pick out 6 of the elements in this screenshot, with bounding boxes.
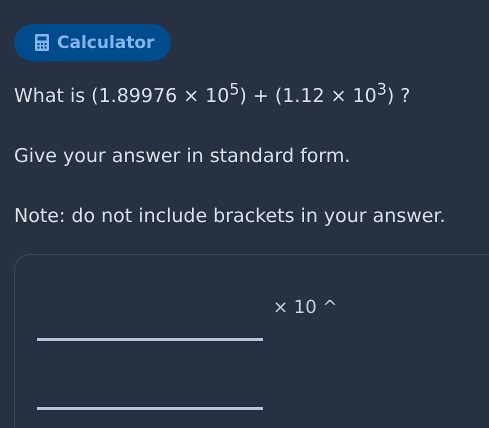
instruction-text: Give your answer in standard form. — [14, 144, 352, 170]
instruction-text: Note: do not include brackets in your answer. — [14, 204, 447, 230]
power-label: × 10 ^ — [273, 297, 338, 318]
calculator-icon — [35, 34, 49, 51]
calculator-button[interactable]: Calculator — [14, 24, 172, 61]
question-text: What is (1.89976 × 10$^{5}$) + (1.12 × 10$^{3}$) ? — [14, 79, 412, 110]
